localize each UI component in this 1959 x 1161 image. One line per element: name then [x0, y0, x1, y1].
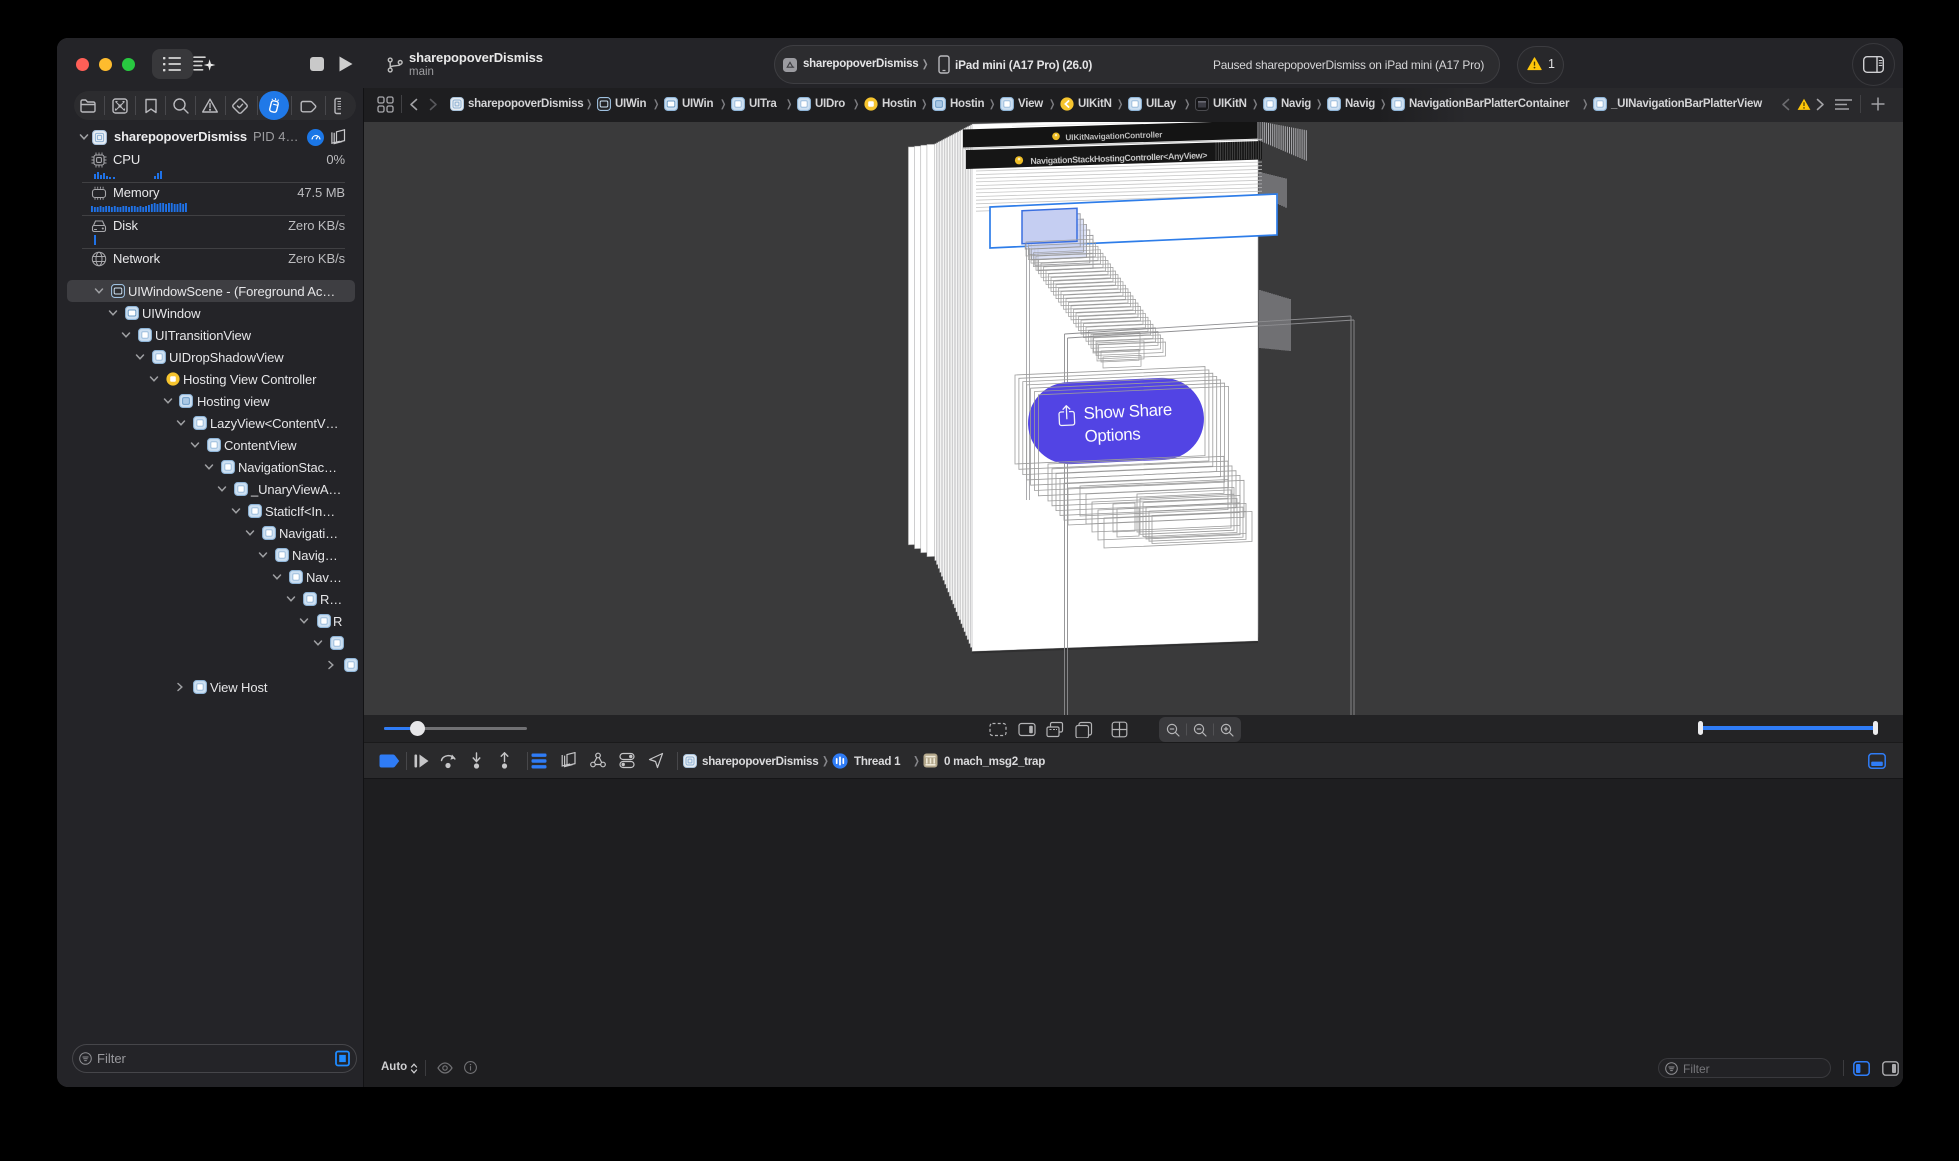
svg-text:Show Share: Show Share [1083, 400, 1172, 423]
svg-text:Options: Options [1084, 424, 1141, 446]
